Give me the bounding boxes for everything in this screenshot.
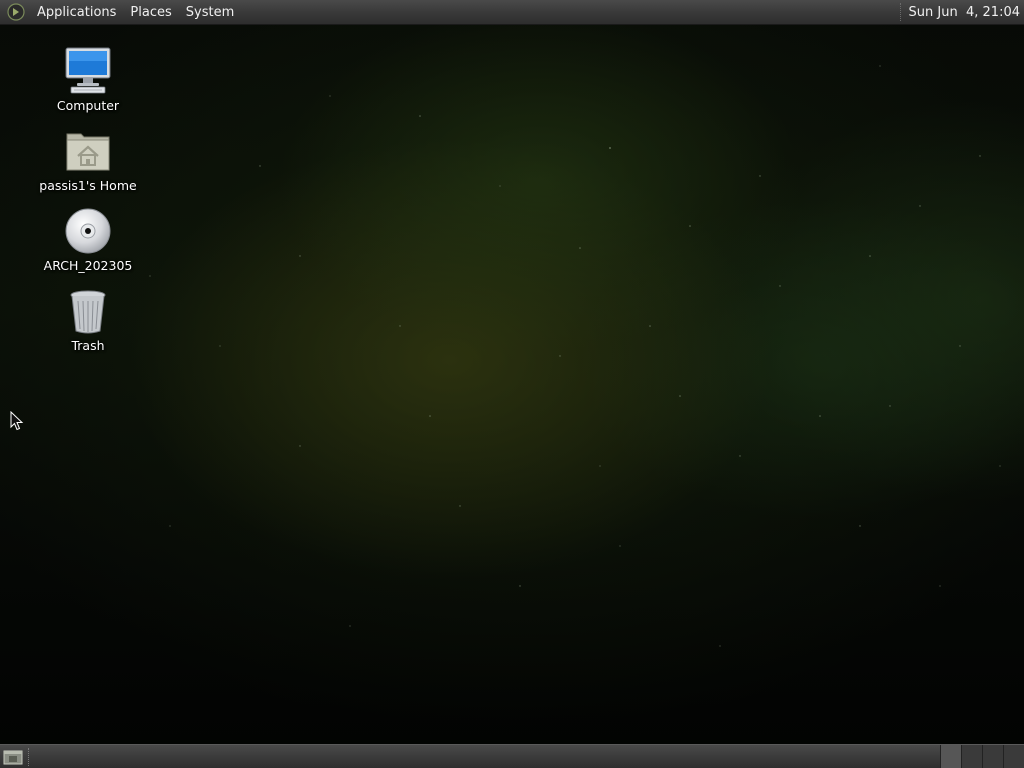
workspace-3[interactable] bbox=[982, 745, 1003, 768]
desktop-icon-label: ARCH_202305 bbox=[43, 258, 133, 273]
desktop-icon-label: passis1's Home bbox=[39, 178, 137, 193]
system-menu[interactable]: System bbox=[179, 0, 241, 25]
workspace-1[interactable] bbox=[940, 745, 961, 768]
desktop-icon-home[interactable]: passis1's Home bbox=[33, 125, 143, 193]
desktop-icon-disc[interactable]: ARCH_202305 bbox=[33, 205, 143, 273]
applications-menu[interactable]: Applications bbox=[30, 0, 123, 25]
wallpaper-stars bbox=[149, 65, 1001, 647]
desktop-icon-trash[interactable]: Trash bbox=[33, 285, 143, 353]
panel-separator bbox=[899, 3, 903, 21]
top-panel: Applications Places System Sun Jun 4, 21… bbox=[0, 0, 1024, 25]
desktop-icon-computer[interactable]: Computer bbox=[33, 45, 143, 113]
trash-icon bbox=[62, 285, 114, 337]
mouse-pointer-icon bbox=[10, 411, 24, 431]
desktop-icon-label: Computer bbox=[56, 98, 120, 113]
main-menu-logo-icon[interactable] bbox=[6, 2, 26, 22]
places-menu[interactable]: Places bbox=[123, 0, 178, 25]
clock[interactable]: Sun Jun 4, 21:04 bbox=[909, 0, 1024, 25]
computer-icon bbox=[62, 45, 114, 97]
workspace-switcher bbox=[940, 745, 1024, 768]
home-folder-icon bbox=[62, 125, 114, 177]
optical-disc-icon bbox=[62, 205, 114, 257]
workspace-4[interactable] bbox=[1003, 745, 1024, 768]
desktop-icon-label: Trash bbox=[71, 338, 105, 353]
panel-grip[interactable] bbox=[28, 747, 33, 766]
show-desktop-icon[interactable] bbox=[2, 747, 24, 767]
workspace-2[interactable] bbox=[961, 745, 982, 768]
bottom-panel bbox=[0, 744, 1024, 768]
